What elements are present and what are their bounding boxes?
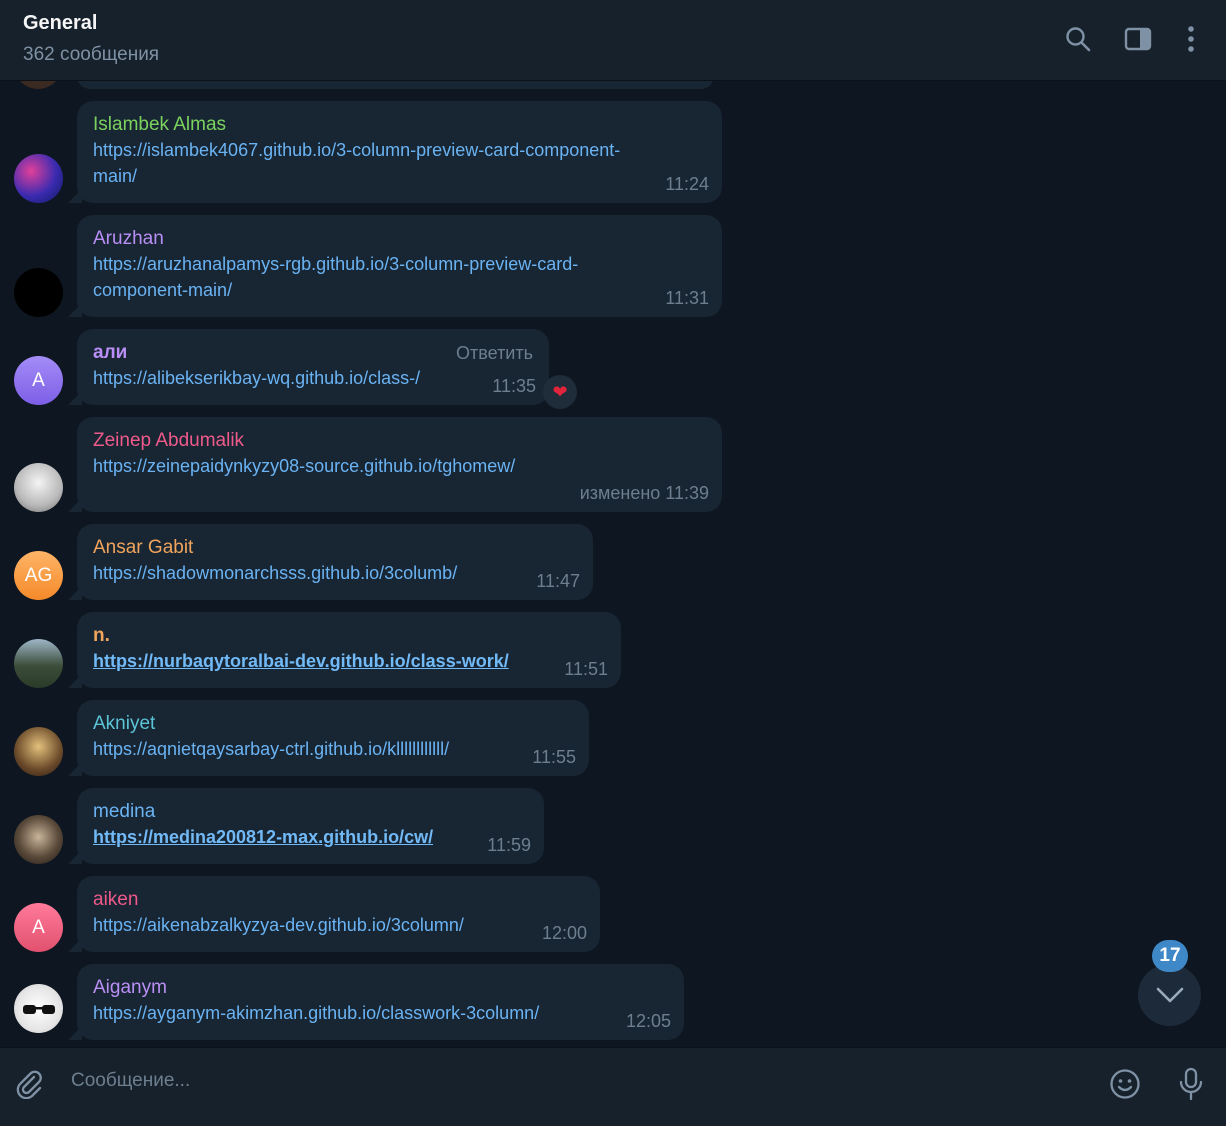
sender-name[interactable]: Islambek Almas	[93, 113, 706, 137]
message-time: 11:24	[665, 174, 709, 194]
message-time: 11:59	[487, 835, 531, 855]
message-link[interactable]: https://islambek4067.github.io/3-column-…	[93, 137, 706, 189]
message-time: 11:31	[665, 288, 709, 308]
avatar[interactable]	[14, 984, 63, 1033]
avatar[interactable]	[14, 727, 63, 776]
avatar[interactable]: A	[14, 356, 63, 405]
sender-name[interactable]: medina	[93, 800, 528, 824]
sender-name[interactable]: Zeinep Abdumalik	[93, 429, 706, 453]
search-icon[interactable]	[1063, 24, 1093, 54]
message-link[interactable]: https://zeinepaidynkyzy08-source.github.…	[93, 453, 706, 479]
sender-name[interactable]: Aruzhan	[93, 227, 706, 251]
member-count: 362 сообщения	[23, 44, 160, 65]
message-bubble[interactable]: Aiganym https://ayganym-akimzhan.github.…	[77, 964, 684, 1040]
sidebar-toggle-icon[interactable]	[1123, 24, 1153, 54]
message-time: 11:35	[492, 376, 536, 396]
message-bubble[interactable]: Zeinep Abdumalik https://zeinepaidynkyzy…	[77, 417, 722, 512]
message-bubble[interactable]: Aruzhan https://aruzhanalpamys-rgb.githu…	[77, 215, 722, 317]
message-link[interactable]: https://shadowmonarchsss.github.io/3colu…	[93, 560, 577, 586]
emoji-icon[interactable]	[1107, 1066, 1143, 1102]
sunglasses-icon	[22, 1004, 55, 1014]
message-time: 11:55	[532, 747, 576, 767]
avatar[interactable]: A	[14, 903, 63, 952]
heart-reaction[interactable]: ❤	[543, 375, 577, 409]
microphone-icon[interactable]	[1173, 1066, 1209, 1102]
message-link[interactable]: https://ayganym-akimzhan.github.io/class…	[93, 1000, 668, 1026]
message-time: 12:00	[541, 923, 587, 943]
message-bubble[interactable]: aiken https://aikenabzalkyzya-dev.github…	[77, 876, 600, 952]
paperclip-icon[interactable]	[11, 1066, 47, 1102]
sender-name[interactable]: Ansar Gabit	[93, 536, 577, 560]
chevron-down-icon	[1156, 987, 1183, 1003]
message-link[interactable]: https://aikenabzalkyzya-dev.github.io/3c…	[93, 912, 584, 938]
message-link[interactable]: https://nurbaqytoralbai-dev.github.io/cl…	[93, 648, 605, 674]
message-bubble[interactable]: али Ответить https://alibekserikbay-wq.g…	[77, 329, 549, 405]
message-composer: Сообщение...	[0, 1047, 1226, 1126]
avatar[interactable]	[14, 463, 63, 512]
sender-name[interactable]: Aiganym	[93, 976, 668, 1000]
more-vertical-icon[interactable]	[1176, 24, 1206, 54]
sender-name[interactable]: Akniyet	[93, 712, 573, 736]
sender-name[interactable]: aiken	[93, 888, 584, 912]
message-time: изменено 11:39	[579, 483, 709, 503]
message-bubble[interactable]: medina https://medina200812-max.github.i…	[77, 788, 544, 864]
avatar[interactable]	[14, 81, 62, 89]
sender-name[interactable]: n.	[93, 624, 605, 648]
avatar[interactable]	[14, 815, 63, 864]
message-input[interactable]: Сообщение...	[71, 1070, 190, 1092]
reply-button[interactable]: Ответить	[456, 343, 533, 364]
chat-title[interactable]: General	[23, 12, 97, 35]
message-link[interactable]: https://alibekserikbay-wq.github.io/clas…	[93, 365, 533, 391]
message-link[interactable]: https://medina200812-max.github.io/cw/	[93, 824, 528, 850]
scroll-to-bottom-button[interactable]	[1138, 964, 1201, 1026]
unread-count-badge[interactable]: 17	[1152, 940, 1188, 972]
chat-header: General 362 сообщения	[0, 0, 1226, 81]
message-bubble[interactable]: n. https://nurbaqytoralbai-dev.github.io…	[77, 612, 621, 688]
message-time: 11:51	[564, 659, 608, 679]
avatar[interactable]	[14, 154, 63, 203]
message-bubble[interactable]: Akniyet https://aqnietqaysarbay-ctrl.git…	[77, 700, 589, 776]
avatar[interactable]	[14, 639, 63, 688]
avatar[interactable]	[14, 268, 63, 317]
message-bubble[interactable]: Islambek Almas https://islambek4067.gith…	[77, 101, 722, 203]
message-time: 12:05	[625, 1011, 671, 1031]
avatar[interactable]: AG	[14, 551, 63, 600]
message-link[interactable]: https://aruzhanalpamys-rgb.github.io/3-c…	[93, 251, 706, 303]
message-list[interactable]: Islambek Almas https://islambek4067.gith…	[0, 81, 1226, 1047]
message-time: 11:47	[536, 571, 580, 591]
message-link[interactable]: https://aqnietqaysarbay-ctrl.github.io/k…	[93, 736, 573, 762]
message-bubble[interactable]: Ansar Gabit https://shadowmonarchsss.git…	[77, 524, 593, 600]
message-bubble[interactable]	[77, 81, 714, 89]
